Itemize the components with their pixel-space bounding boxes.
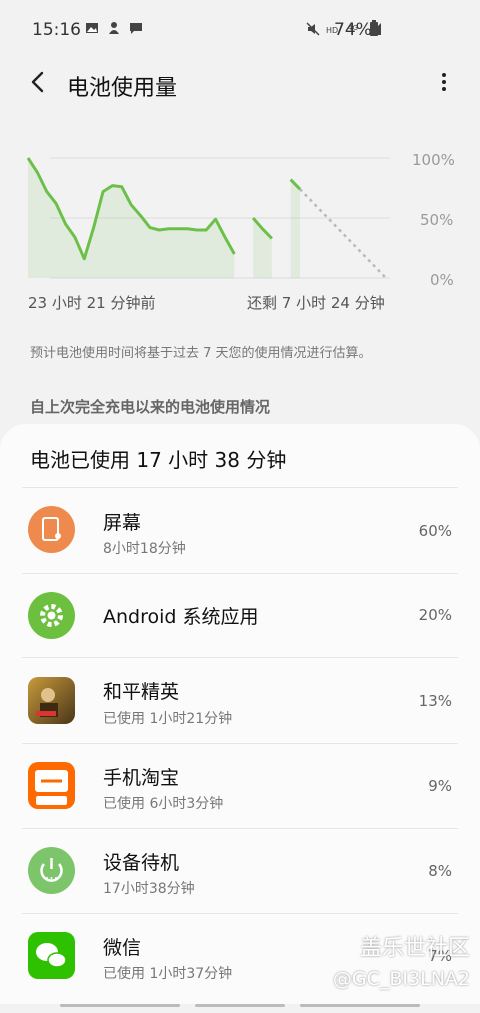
chart-remaining-label: 还剩 7 小时 24 分钟 (247, 294, 385, 312)
battery-chart-svg (26, 157, 390, 279)
page-title: 电池使用量 (67, 76, 178, 101)
app-sub: 已使用 6小时3分钟 (103, 796, 224, 812)
app-sub: 17小时38分钟 (103, 881, 195, 897)
person-icon (109, 22, 119, 34)
status-icons-left (85, 21, 143, 35)
app-name: 设备待机 (103, 852, 180, 874)
app-pct: 20% (418, 606, 452, 624)
game-icon (28, 677, 75, 724)
divider (22, 657, 458, 658)
app-name: 手机淘宝 (103, 767, 180, 789)
nav-hint-center (195, 1004, 285, 1007)
app-sub: 已使用 1小时21分钟 (103, 711, 233, 727)
mute-icon (306, 22, 320, 36)
estimate-hint: 预计电池使用时间将基于过去 7 天您的使用情况进行估算。 (30, 346, 372, 361)
nav-hint-right (300, 1004, 420, 1007)
app-name: 和平精英 (103, 681, 180, 703)
app-row-android-system[interactable]: Android 系统应用 20% (0, 574, 480, 658)
y-tick-0: 0% (430, 271, 454, 289)
screen-icon (28, 506, 75, 553)
app-name: 屏幕 (103, 512, 142, 534)
app-name: Android 系统应用 (103, 606, 259, 628)
gear-icon (28, 592, 75, 639)
app-row-standby[interactable]: 设备待机 17小时38分钟 8% (0, 829, 480, 913)
status-time: 15:16 (32, 20, 81, 40)
wechat-icon (28, 932, 75, 979)
y-tick-50: 50% (420, 211, 454, 229)
y-tick-100: 100% (412, 151, 455, 169)
series-area (290, 179, 300, 278)
app-sub: 已使用 1小时37分钟 (103, 966, 233, 982)
taobao-icon (28, 762, 75, 809)
watermark-handle: @GC_BI3LNA2 (332, 968, 470, 990)
app-name: 微信 (103, 937, 142, 959)
projection-line (299, 188, 387, 279)
message-icon (130, 23, 142, 34)
app-row-taobao[interactable]: 手机淘宝 已使用 6小时3分钟 9% (0, 744, 480, 828)
watermark-title: 盖乐世社区 (359, 936, 470, 961)
battery-chart: 100% 50% 0% 23 小时 21 分钟前 还剩 7 小时 24 分钟 (0, 130, 480, 320)
section-title: 自上次完全充电以来的电池使用情况 (30, 398, 271, 416)
back-arrow-icon[interactable] (24, 68, 52, 96)
battery-icon (370, 20, 378, 36)
more-options-icon[interactable] (432, 70, 456, 98)
app-row-game[interactable]: 和平精英 已使用 1小时21分钟 13% (0, 659, 480, 743)
status-battery-text: 74% (334, 20, 372, 40)
usage-total: 电池已使用 17 小时 38 分钟 (30, 448, 287, 472)
power-icon (28, 847, 75, 894)
app-pct: 13% (418, 692, 452, 710)
app-pct: 9% (428, 777, 452, 795)
app-pct: 60% (418, 522, 452, 540)
status-bar: 15:16 HD 4G 74% (0, 0, 480, 60)
app-bar: 电池使用量 (0, 58, 480, 108)
app-pct: 8% (428, 862, 452, 880)
image-icon (86, 23, 98, 33)
chart-start-label: 23 小时 21 分钟前 (28, 294, 156, 312)
nav-hint-left (60, 1004, 180, 1007)
app-row-screen[interactable]: 屏幕 8小时18分钟 60% (0, 488, 480, 572)
app-sub: 8小时18分钟 (103, 541, 186, 557)
usage-card: 电池已使用 17 小时 38 分钟 屏幕 8小时18分钟 60% Android… (0, 424, 480, 1004)
